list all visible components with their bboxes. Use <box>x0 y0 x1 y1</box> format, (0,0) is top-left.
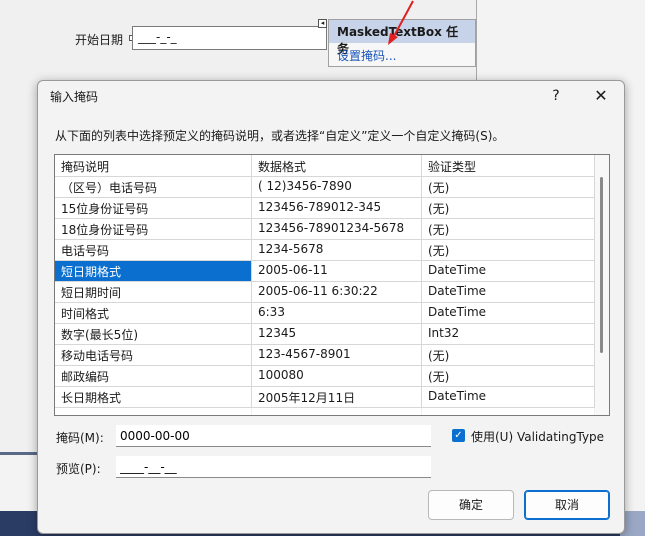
use-validating-type-checkbox[interactable]: ✓ <box>452 429 465 442</box>
table-row[interactable]: 18位身份证号码 123456-78901234-5678 (无) <box>55 219 595 240</box>
table-row[interactable]: （区号）电话号码 ( 12)3456-7890 (无) <box>55 177 595 198</box>
data-format-cell <box>252 408 422 415</box>
data-format-cell: 2005-06-11 6:30:22 <box>252 282 422 303</box>
validation-type-cell: (无) <box>422 345 595 366</box>
scrollbar-thumb[interactable] <box>600 177 603 353</box>
data-format-cell: 1234-5678 <box>252 240 422 261</box>
mask-description-cell: 邮政编码 <box>55 366 252 387</box>
table-row[interactable]: 邮政编码 100080 (无) <box>55 366 595 387</box>
validation-type-cell: (无) <box>422 219 595 240</box>
column-header-validation-type[interactable]: 验证类型 <box>422 155 595 177</box>
validation-type-cell: Int32 <box>422 324 595 345</box>
table-row[interactable]: 数字(最长5位) 12345 Int32 <box>55 324 595 345</box>
data-format-cell: 2005年12月11日 <box>252 387 422 408</box>
column-header-data-format[interactable]: 数据格式 <box>252 155 422 177</box>
instruction-text: 从下面的列表中选择预定义的掩码说明，或者选择“自定义”定义一个自定义掩码(S)。 <box>55 129 505 143</box>
mask-description-cell: 15位身份证号码 <box>55 198 252 219</box>
close-icon[interactable]: ✕ <box>581 81 621 111</box>
validation-type-cell: DateTime <box>422 303 595 324</box>
validation-type-cell: (无) <box>422 240 595 261</box>
data-format-cell: 123456-78901234-5678 <box>252 219 422 240</box>
validation-type-cell <box>422 408 595 415</box>
mask-description-cell: 数字(最长5位) <box>55 324 252 345</box>
table-row[interactable]: 短日期时间 2005-06-11 6:30:22 DateTime <box>55 282 595 303</box>
mask-description-cell: 移动电话号码 <box>55 345 252 366</box>
mask-description-cell: 时间格式 <box>55 303 252 324</box>
smart-tag-icon[interactable]: ◂ <box>318 19 327 28</box>
grid-body: （区号）电话号码 ( 12)3456-7890 (无) 15位身份证号码 123… <box>55 177 595 415</box>
input-mask-dialog: 输入掩码 ? ✕ 从下面的列表中选择预定义的掩码说明，或者选择“自定义”定义一个… <box>37 80 625 534</box>
table-row[interactable]: 移动电话号码 123-4567-8901 (无) <box>55 345 595 366</box>
cancel-button[interactable]: 取消 <box>524 490 610 520</box>
masked-textbox[interactable]: ___-_-_ <box>132 26 327 50</box>
mask-description-cell: 长日期格式 <box>55 387 252 408</box>
data-format-cell: 6:33 <box>252 303 422 324</box>
ok-button[interactable]: 确定 <box>428 490 514 520</box>
table-row[interactable]: 电话号码 1234-5678 (无) <box>55 240 595 261</box>
data-format-cell: ( 12)3456-7890 <box>252 177 422 198</box>
mask-description-cell: 短日期时间 <box>55 282 252 303</box>
table-row[interactable]: 长日期格式 2005年12月11日 DateTime <box>55 387 595 408</box>
help-icon[interactable]: ? <box>536 81 576 111</box>
table-row-selected[interactable]: 短日期格式 2005-06-11 DateTime <box>55 261 595 282</box>
red-arrow-annotation <box>388 0 414 45</box>
table-row[interactable]: 时间格式 6:33 DateTime <box>55 303 595 324</box>
validation-type-cell: DateTime <box>422 387 595 408</box>
mask-description-cell: 电话号码 <box>55 240 252 261</box>
mask-description-cell: 短日期格式 <box>55 261 252 282</box>
mask-label: 掩码(M): <box>56 431 104 445</box>
validation-type-cell: DateTime <box>422 261 595 282</box>
grid-vertical-scrollbar[interactable] <box>595 155 609 415</box>
data-format-cell: 123456-789012-345 <box>252 198 422 219</box>
validation-type-cell: (无) <box>422 198 595 219</box>
grid-header: 掩码说明 数据格式 验证类型 <box>55 155 595 177</box>
data-format-cell: 2005-06-11 <box>252 261 422 282</box>
mask-list-grid[interactable]: 掩码说明 数据格式 验证类型 （区号）电话号码 ( 12)3456-7890 (… <box>54 154 610 416</box>
table-row[interactable]: 15位身份证号码 123456-789012-345 (无) <box>55 198 595 219</box>
data-format-cell: 123-4567-8901 <box>252 345 422 366</box>
data-format-cell: 100080 <box>252 366 422 387</box>
use-validating-type-label[interactable]: 使用(U) ValidatingType <box>471 428 604 445</box>
mask-description-cell: 18位身份证号码 <box>55 219 252 240</box>
column-header-description[interactable]: 掩码说明 <box>55 155 252 177</box>
validation-type-cell: (无) <box>422 366 595 387</box>
dialog-titlebar[interactable]: 输入掩码 ? ✕ <box>38 81 624 111</box>
mask-input[interactable] <box>116 425 431 447</box>
mask-description-cell <box>55 408 252 415</box>
table-row-clipped[interactable] <box>55 408 595 415</box>
validation-type-cell: (无) <box>422 177 595 198</box>
validation-type-cell: DateTime <box>422 282 595 303</box>
set-mask-link[interactable]: 设置掩码... <box>329 43 475 68</box>
preview-label: 预览(P): <box>56 462 101 476</box>
preview-input[interactable] <box>116 456 431 478</box>
dialog-title: 输入掩码 <box>50 90 99 104</box>
mask-description-cell: （区号）电话号码 <box>55 177 252 198</box>
data-format-cell: 12345 <box>252 324 422 345</box>
start-date-label: 开始日期 <box>75 33 124 47</box>
